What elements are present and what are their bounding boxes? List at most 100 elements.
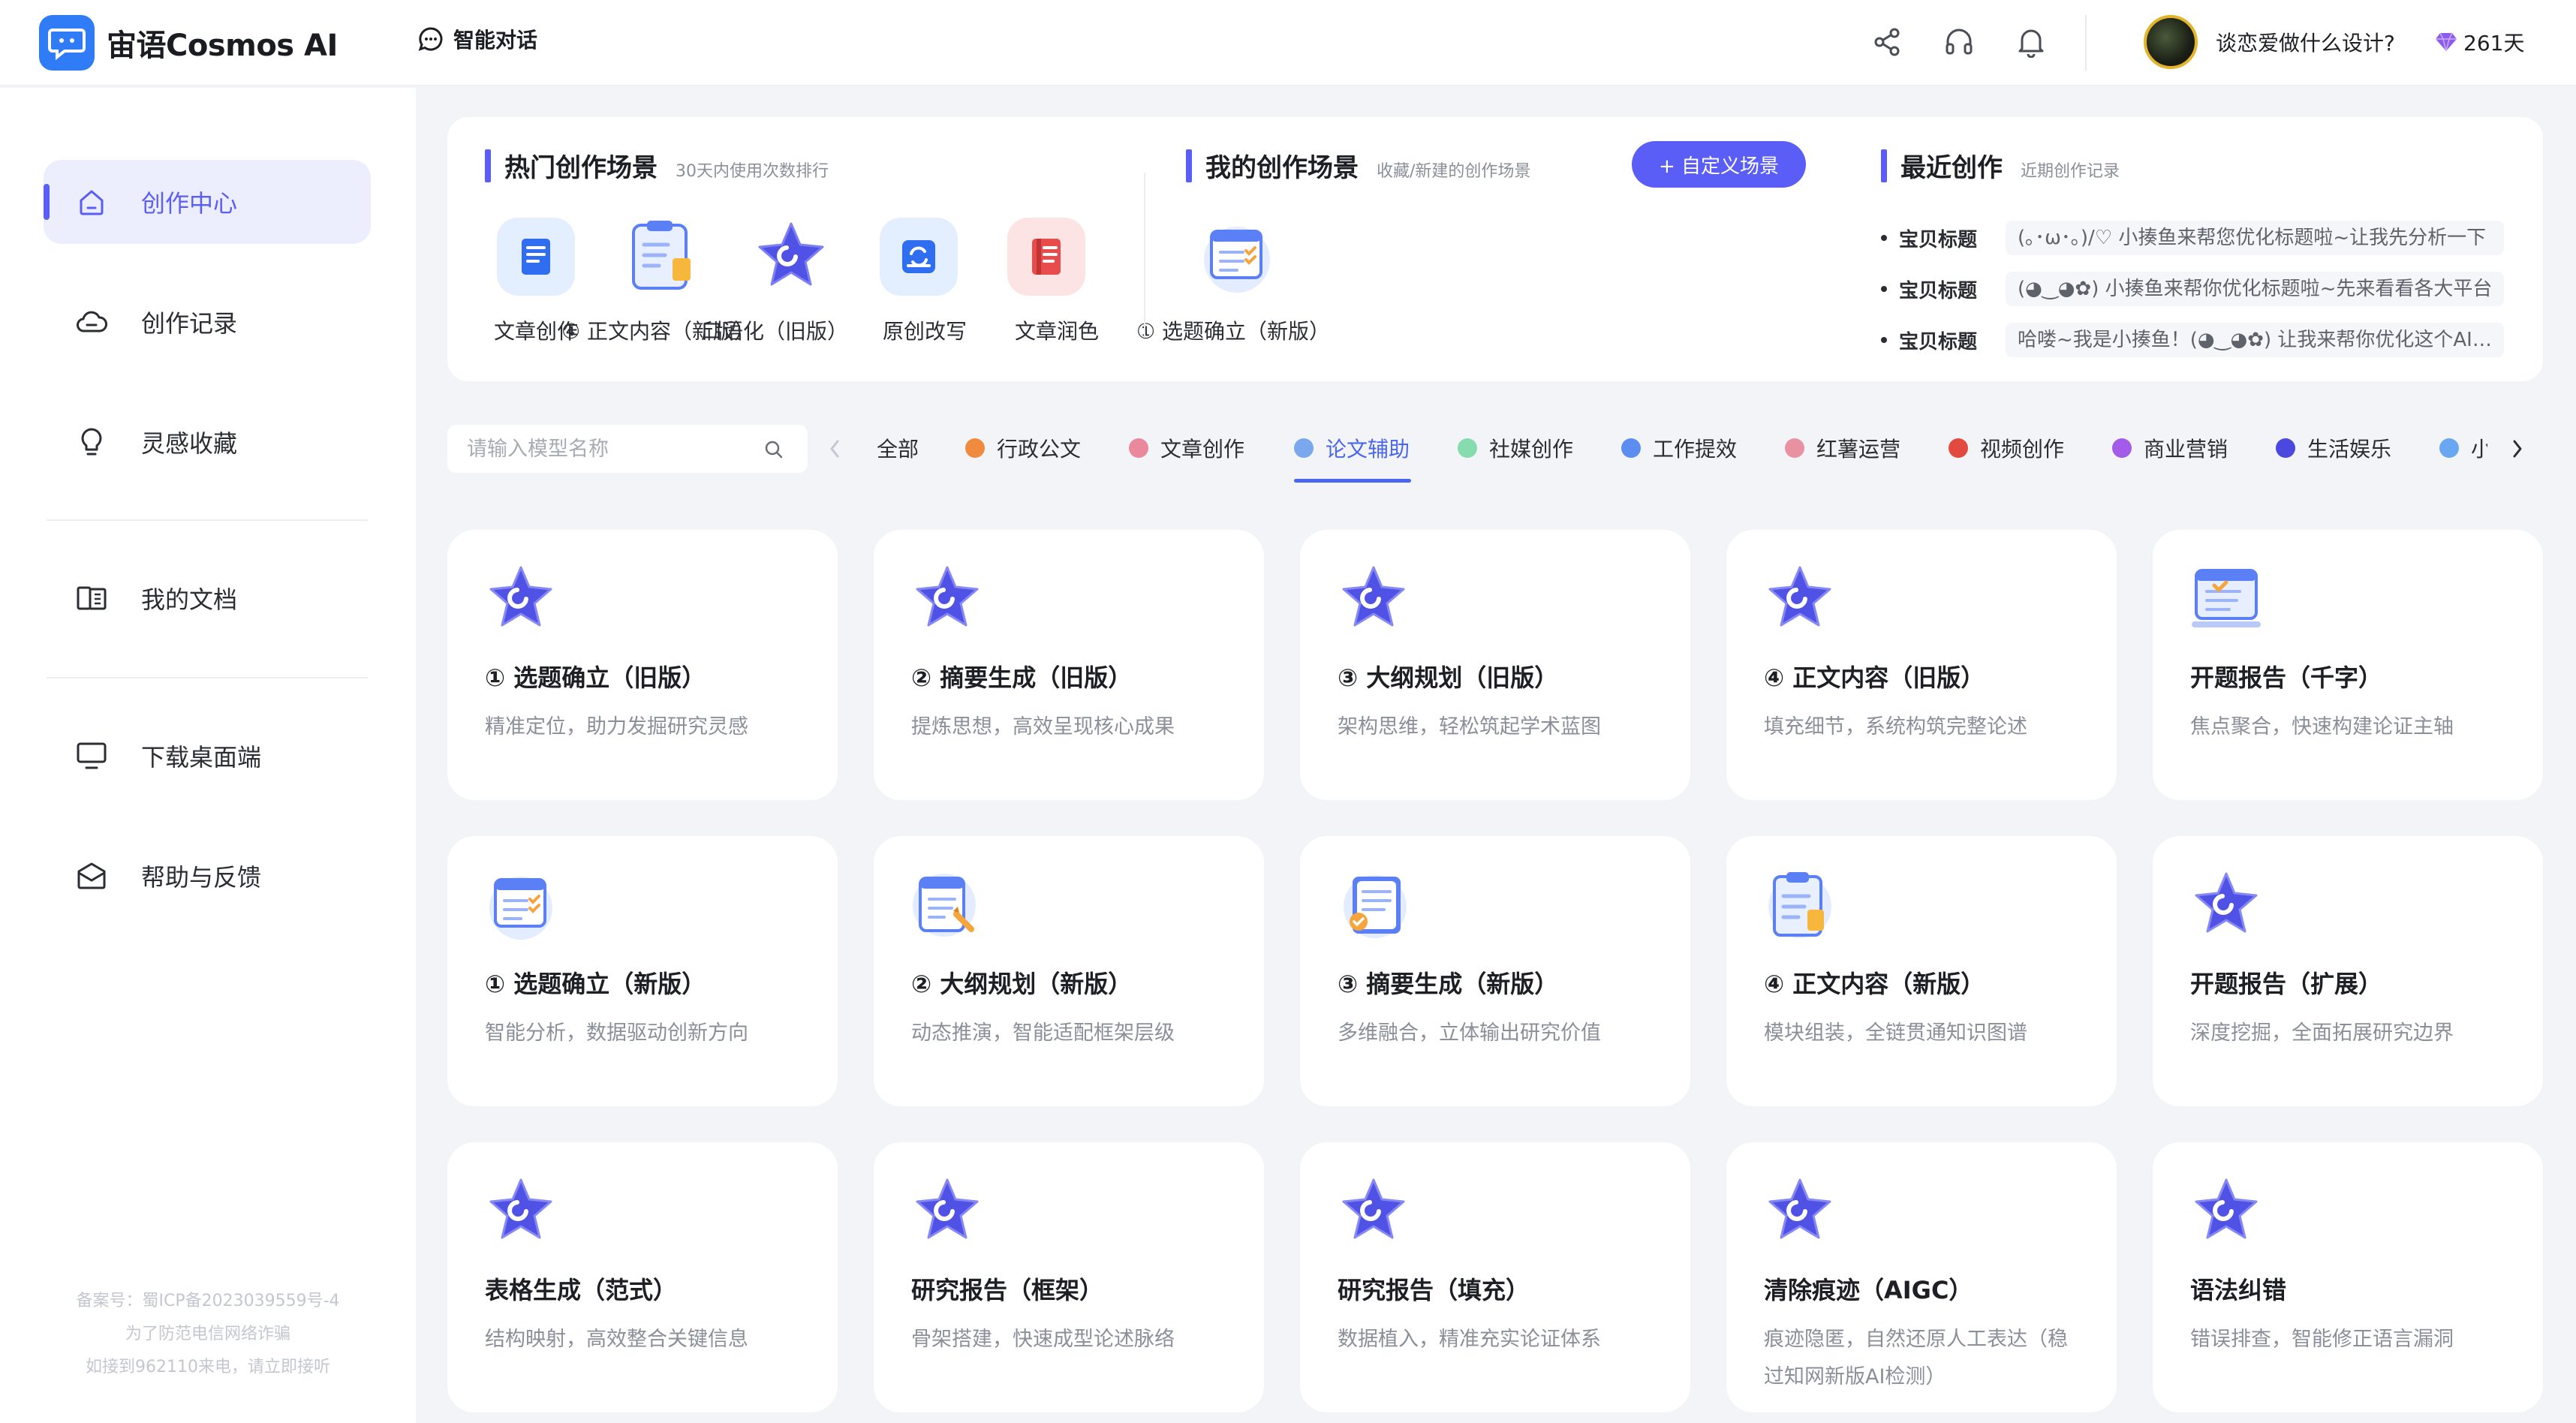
tab-lifestyle[interactable]: 生活娱乐 bbox=[2276, 431, 2391, 465]
card-description: 模块组装，全链贯通知识图谱 bbox=[1764, 1021, 2027, 1045]
badge-doc-icon bbox=[1336, 868, 1411, 943]
scenario-card[interactable]: 研究报告（框架） 骨架搭建，快速成型论述脉络 bbox=[874, 1142, 1264, 1412]
card-description: 架构思维，轻松筑起学术蓝图 bbox=[1338, 715, 1601, 739]
docs-icon bbox=[74, 580, 110, 616]
star-icon bbox=[483, 1174, 558, 1249]
pencil-doc-icon bbox=[910, 868, 985, 943]
hot-scenario-label[interactable]: 原创改写 bbox=[883, 315, 967, 345]
tab-admin-docs[interactable]: 行政公文 bbox=[965, 431, 1081, 465]
category-dot bbox=[1458, 438, 1477, 458]
tab-marketing[interactable]: 商业营销 bbox=[2112, 431, 2228, 465]
tab-work-efficiency[interactable]: 工作提效 bbox=[1621, 431, 1737, 465]
card-title: ① 选题确立（新版） bbox=[485, 970, 706, 998]
red-book-icon bbox=[1007, 218, 1085, 296]
my-scenario-label[interactable]: ① 选题确立（新版） bbox=[1136, 315, 1330, 345]
scenario-card[interactable]: 表格生成（范式） 结构映射，高效整合关键信息 bbox=[447, 1142, 838, 1412]
bell-icon[interactable] bbox=[2013, 24, 2049, 60]
star-icon bbox=[483, 561, 558, 636]
card-title: 语法纠错 bbox=[2190, 1276, 2287, 1304]
star-icon bbox=[1762, 1174, 1837, 1249]
diamond-icon bbox=[2436, 32, 2457, 52]
add-custom-scenario-button[interactable]: + 自定义场景 bbox=[1632, 141, 1806, 188]
sidebar-item-download-desktop[interactable]: 下载桌面端 bbox=[44, 714, 371, 798]
scenario-card[interactable]: 开题报告（千字） 焦点聚合，快速构建论证主轴 bbox=[2153, 530, 2543, 800]
chat-icon bbox=[418, 27, 443, 51]
recent-creations-title: 最近创作 近期创作记录 bbox=[1881, 147, 2120, 184]
category-dot bbox=[2112, 438, 2132, 458]
recent-item[interactable]: 宝贝标题 (｡･ω･｡)/♡ 小揍鱼来帮您优化标题啦~让我先分析一下 bbox=[1881, 221, 2504, 255]
sidebar-divider bbox=[47, 677, 368, 678]
scenario-card[interactable]: 研究报告（填充） 数据植入，精准充实论证体系 bbox=[1300, 1142, 1690, 1412]
scenario-card[interactable]: 清除痕迹（AIGC） 痕迹隐匿，自然还原人工表达（稳过知网新版AI检测） bbox=[1726, 1142, 2117, 1412]
tab-social-media[interactable]: 社媒创作 bbox=[1458, 431, 1573, 465]
home-icon bbox=[74, 184, 110, 220]
star-icon bbox=[1336, 1174, 1411, 1249]
tab-paper-assist[interactable]: 论文辅助 bbox=[1294, 431, 1410, 465]
card-description: 多维融合，立体输出研究价值 bbox=[1338, 1021, 1601, 1045]
hot-scenario-label[interactable]: 文章润色 bbox=[1015, 315, 1099, 345]
tab-novel[interactable]: 小说创作 bbox=[2439, 431, 2487, 465]
sidebar-item-label: 创作中心 bbox=[141, 189, 238, 218]
search-icon[interactable] bbox=[763, 438, 785, 461]
scenario-card[interactable]: 开题报告（扩展） 深度挖掘，全面拓展研究边界 bbox=[2153, 836, 2543, 1106]
user-name[interactable]: 谈恋爱做什么设计? bbox=[2216, 27, 2395, 57]
cloud-icon bbox=[74, 304, 110, 340]
days-label: 261天 bbox=[2463, 31, 2525, 56]
sidebar-item-help-feedback[interactable]: 帮助与反馈 bbox=[44, 834, 371, 918]
scenario-card[interactable]: ④ 正文内容（新版） 模块组装，全链贯通知识图谱 bbox=[1726, 836, 2117, 1106]
scenario-card[interactable]: ③ 大纲规划（旧版） 架构思维，轻松筑起学术蓝图 bbox=[1300, 530, 1690, 800]
chevron-right-icon[interactable] bbox=[2504, 434, 2531, 464]
scenario-card[interactable]: 语法纠错 错误排查，智能修正语言漏洞 bbox=[2153, 1142, 2543, 1412]
card-description: 智能分析，数据驱动创新方向 bbox=[485, 1021, 748, 1045]
card-description: 骨架搭建，快速成型论述脉络 bbox=[911, 1328, 1175, 1351]
star-icon bbox=[2189, 868, 2264, 943]
checklist-icon bbox=[1198, 218, 1276, 296]
scenario-card[interactable]: ② 摘要生成（旧版） 提炼思想，高效呈现核心成果 bbox=[874, 530, 1264, 800]
icp-record[interactable]: 备案号：蜀ICP备2023039559号-4 bbox=[0, 1287, 416, 1316]
scenario-card[interactable]: ② 大纲规划（新版） 动态推演，智能适配框架层级 bbox=[874, 836, 1264, 1106]
sidebar-item-label: 灵感收藏 bbox=[141, 429, 238, 458]
scenario-card[interactable]: ③ 摘要生成（新版） 多维融合，立体输出研究价值 bbox=[1300, 836, 1690, 1106]
tab-article-writing[interactable]: 文章创作 bbox=[1129, 431, 1244, 465]
scenario-card[interactable]: ④ 正文内容（旧版） 填充细节，系统构筑完整论述 bbox=[1726, 530, 2117, 800]
category-dot bbox=[2439, 438, 2459, 458]
card-description: 填充细节，系统构筑完整论述 bbox=[1764, 715, 2027, 739]
mail-icon bbox=[74, 858, 110, 894]
tab-video-creation[interactable]: 视频创作 bbox=[1949, 431, 2064, 465]
recent-item[interactable]: 宝贝标题 哈喽~我是小揍鱼！(◕‿◕✿) 让我来帮你优化这个AI标题 bbox=[1881, 323, 2504, 357]
app-logo[interactable]: 宙语Cosmos AI bbox=[39, 15, 338, 71]
category-dot bbox=[1294, 438, 1314, 458]
model-search[interactable] bbox=[447, 425, 808, 473]
headset-icon[interactable] bbox=[1941, 24, 1977, 60]
card-description: 提炼思想，高效呈现核心成果 bbox=[911, 715, 1175, 739]
share-icon[interactable] bbox=[1869, 24, 1905, 60]
search-input[interactable] bbox=[467, 425, 752, 473]
sidebar-item-inspiration[interactable]: 灵感收藏 bbox=[44, 400, 371, 484]
scenario-card[interactable]: ① 选题确立（旧版） 精准定位，助力发掘研究灵感 bbox=[447, 530, 838, 800]
scenario-card[interactable]: ① 选题确立（新版） 智能分析，数据驱动创新方向 bbox=[447, 836, 838, 1106]
avatar[interactable] bbox=[2144, 15, 2198, 69]
tab-all[interactable]: 全部 bbox=[877, 431, 919, 465]
anti-fraud-notice: 如接到962110来电，请立即接听 bbox=[86, 1358, 330, 1376]
refresh-doc-icon bbox=[880, 218, 958, 296]
category-tabs: 全部 行政公文 文章创作 论文辅助 社媒创作 工作提效 红薯运营 视频创作 商业… bbox=[848, 420, 2487, 488]
chevron-left-icon[interactable] bbox=[821, 434, 848, 464]
sidebar-item-my-docs[interactable]: 我的文档 bbox=[44, 556, 371, 640]
sidebar-item-creation-records[interactable]: 创作记录 bbox=[44, 280, 371, 364]
smart-chat-link[interactable]: 智能对话 bbox=[417, 24, 537, 54]
recent-item[interactable]: 宝贝标题 (◕‿◕✿) 小揍鱼来帮你优化标题啦~先来看看各大平台 bbox=[1881, 272, 2504, 306]
hot-scenario-label[interactable]: 口语化（旧版） bbox=[701, 315, 848, 345]
card-title: 清除痕迹（AIGC） bbox=[1764, 1276, 1973, 1304]
hot-scenarios-title: 热门创作场景 30天内使用次数排行 bbox=[485, 147, 829, 184]
tab-xhs-ops[interactable]: 红薯运营 bbox=[1785, 431, 1900, 465]
sidebar-item-creation-center[interactable]: 创作中心 bbox=[44, 160, 371, 244]
membership-days[interactable]: 261天 bbox=[2435, 27, 2524, 57]
clipboard-icon bbox=[624, 218, 703, 296]
checklist-icon bbox=[483, 868, 558, 943]
sidebar-item-label: 帮助与反馈 bbox=[141, 863, 262, 892]
card-title: ③ 大纲规划（旧版） bbox=[1338, 663, 1559, 692]
category-dot bbox=[1621, 438, 1641, 458]
card-description: 动态推演，智能适配框架层级 bbox=[911, 1021, 1175, 1045]
card-title: 开题报告（千字） bbox=[2190, 663, 2383, 692]
chat-bubble-logo-icon bbox=[39, 15, 95, 71]
